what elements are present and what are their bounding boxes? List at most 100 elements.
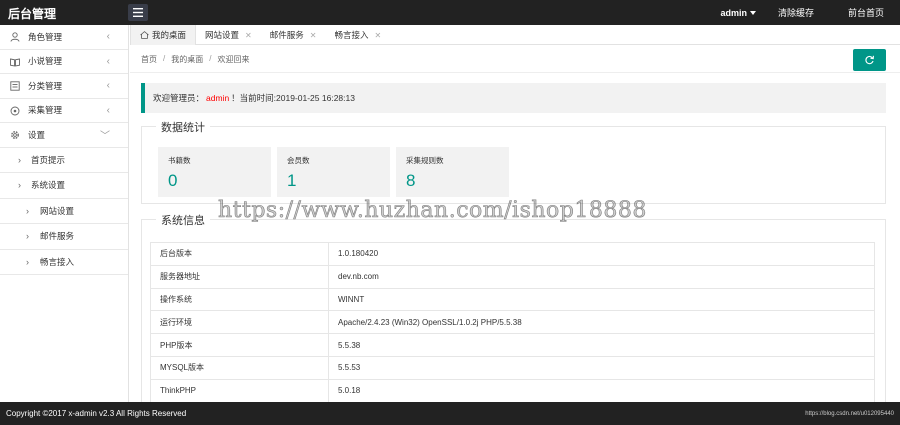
clear-cache-link[interactable]: 清除缓存 [770,6,822,19]
sidebar-subitem-site-settings[interactable]: › 网站设置 [0,198,128,224]
stat-label: 书籍数 [168,156,191,165]
tab-label: 邮件服务 [269,30,304,40]
chevron-left-icon: ‹ [106,104,110,116]
close-icon[interactable]: ✕ [310,31,317,40]
row-value: Apache/2.4.23 (Win32) OpenSSL/1.0.2j PHP… [328,310,875,335]
row-key: PHP版本 [150,333,329,357]
tab-label: 网站设置 [205,30,240,40]
chevron-left-icon: ‹ [106,80,110,92]
welcome-banner: 欢迎管理员： admin ！当前时间:2019-01-25 16:28:13 [141,83,886,113]
sidebar-subitem-system-settings[interactable]: › 系统设置 [0,173,128,199]
sidebar-subitem-changyan[interactable]: › 畅言接入 [0,249,128,275]
chevron-right-icon: › [26,205,29,216]
tab-my-desktop[interactable]: 我的桌面 [130,25,197,45]
table-row: 操作系统 WINNT [150,287,875,312]
stats-title: 数据统计 [156,119,210,135]
chevron-right-icon: › [26,256,29,267]
home-icon [140,31,149,39]
sidebar-item-collect[interactable]: 采集管理 ‹ [0,99,128,123]
tab-label: 畅言接入 [334,30,369,40]
chevron-right-icon: › [18,180,21,191]
tab-mail-service[interactable]: 邮件服务 ✕ [261,25,326,45]
tab-changyan[interactable]: 畅言接入 ✕ [325,25,390,45]
sidebar-subitem-label: 网站设置 [40,205,75,216]
row-value: 5.5.38 [328,333,875,357]
collect-icon [10,106,20,115]
top-bar: 后台管理 admin 清除缓存 前台首页 [0,0,900,25]
top-right-nav: admin 清除缓存 前台首页 [712,0,900,25]
stat-label: 采集规则数 [406,156,444,165]
row-key: 操作系统 [150,287,329,312]
row-key: 服务器地址 [150,264,329,289]
stat-card-members[interactable]: 会员数 1 [277,147,390,197]
breadcrumb-separator: / [163,54,166,63]
close-icon[interactable]: ✕ [374,31,381,40]
sidebar-item-roles[interactable]: 角色管理 ‹ [0,25,128,50]
gear-icon [11,131,19,139]
user-name: admin [720,7,747,18]
sidebar-subitem-label: 系统设置 [31,180,66,191]
front-home-link[interactable]: 前台首页 [840,6,900,19]
table-row: 运行环境 Apache/2.4.23 (Win32) OpenSSL/1.0.2j… [150,310,875,335]
breadcrumb-home[interactable]: 首页 [141,54,157,65]
table-row: 服务器地址 dev.nb.com [150,264,875,289]
sidebar-item-label: 设置 [28,129,46,140]
refresh-button[interactable] [853,49,886,71]
row-value: 5.0.18 [328,378,875,402]
breadcrumb-current: 欢迎回来 [217,55,250,64]
chevron-down-icon: ﹀ [100,131,110,143]
menu-toggle-button[interactable] [128,4,148,21]
sysinfo-section: 系统信息 后台版本 1.0.180420 服务器地址 dev.nb.com 操作系统… [141,212,886,402]
table-row: 后台版本 1.0.180420 [150,242,875,266]
book-icon [10,57,20,67]
stat-card-rules[interactable]: 采集规则数 8 [396,147,509,197]
row-key: ThinkPHP [150,378,329,402]
sidebar-item-categories[interactable]: 分类管理 ‹ [0,74,128,99]
sidebar-subitem-home-tips[interactable]: › 首页提示 [0,147,128,173]
sidebar-item-label: 角色管理 [28,31,63,42]
welcome-time: ！当前时间:2019-01-25 16:28:13 [231,93,355,103]
row-value: WINNT [328,287,875,312]
sidebar: 角色管理 ‹ 小说管理 ‹ 分类管理 ‹ 采集管理 ‹ 设置 ﹀ › 首页提示 … [0,25,129,402]
chevron-right-icon: › [18,154,21,165]
brand-title: 后台管理 [8,7,57,21]
row-value: 1.0.180420 [328,242,875,266]
tab-bar: 我的桌面 网站设置 ✕ 邮件服务 ✕ 畅言接入 ✕ [130,25,900,45]
close-icon[interactable]: ✕ [245,31,252,40]
sysinfo-title: 系统信息 [156,212,210,228]
caret-down-icon [749,10,756,15]
chevron-left-icon: ‹ [106,55,110,67]
table-row: PHP版本 5.5.38 [150,333,875,357]
sidebar-item-settings[interactable]: 设置 ﹀ [0,123,128,148]
breadcrumb-separator: / [209,54,212,63]
user-menu[interactable]: admin [712,8,764,18]
category-icon [10,81,20,91]
watermark-text: https://www.huzhan.com/ishop18888 [218,198,647,224]
tab-label: 我的桌面 [152,30,187,40]
row-key: MYSQL版本 [150,355,329,380]
stat-card-books[interactable]: 书籍数 0 [158,147,271,197]
sysinfo-table: 后台版本 1.0.180420 服务器地址 dev.nb.com 操作系统 WINNT… [150,242,875,402]
sidebar-item-label: 分类管理 [28,80,63,91]
user-icon [10,32,20,42]
welcome-user: admin [206,93,230,103]
stat-value: 1 [287,171,297,190]
row-value: 5.5.53 [328,355,875,380]
chevron-left-icon: ‹ [106,31,110,43]
sidebar-item-novels[interactable]: 小说管理 ‹ [0,50,128,74]
row-key: 后台版本 [150,242,329,266]
table-row: MYSQL版本 5.5.53 [150,355,875,380]
sidebar-item-label: 采集管理 [28,105,63,116]
row-value: dev.nb.com [328,264,875,289]
sidebar-subitem-mail-service[interactable]: › 邮件服务 [0,224,128,250]
breadcrumb-desktop[interactable]: 我的桌面 [171,54,203,65]
sidebar-subitem-label: 首页提示 [31,154,66,165]
row-key: 运行环境 [150,310,329,335]
source-url: https://blog.csdn.net/u012095440 [805,411,894,417]
stat-value: 8 [406,171,416,190]
tab-site-settings[interactable]: 网站设置 ✕ [196,25,261,45]
breadcrumb-bar: 首页 / 我的桌面 / 欢迎回来 [130,45,900,73]
sidebar-item-label: 小说管理 [28,56,63,67]
stats-section: 数据统计 书籍数 0 会员数 1 采集规则数 8 [141,119,886,204]
stat-value: 0 [168,171,178,190]
